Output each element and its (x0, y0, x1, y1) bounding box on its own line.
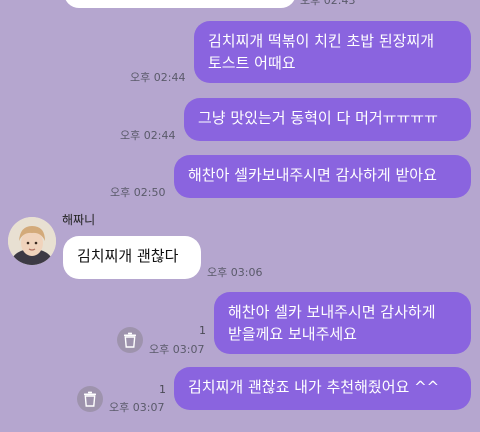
incoming-message-partial[interactable] (64, 0, 296, 8)
incoming-message[interactable]: 김치찌개 괜찮다 (63, 236, 201, 279)
trash-icon (124, 332, 136, 348)
message-text: 김치찌개 괜찮죠 내가 추천해줬어요 ^^ (188, 378, 440, 396)
message-text-line: 토스트 어때요 (208, 54, 296, 72)
unread-count: 1 (199, 324, 206, 337)
message-text: 그냥 맛있는거 동혁이 다 머거ㅠㅠㅠㅠ (198, 109, 438, 127)
outgoing-message[interactable]: 해찬아 셀카 보내주시면 감사하게 받을께요 보내주세요 (214, 292, 471, 354)
message-text-line: 해찬아 셀카 보내주시면 감사하게 (228, 303, 436, 321)
message-time: 오후 02:50 (110, 186, 166, 199)
message-time: 오후 03:07 (149, 343, 205, 356)
delete-button[interactable] (117, 327, 143, 353)
sender-name: 해짜니 (62, 213, 96, 227)
message-text-line: 김치찌개 떡볶이 치킨 초밥 된장찌개 (208, 32, 435, 50)
outgoing-message[interactable]: 김치찌개 괜찮죠 내가 추천해줬어요 ^^ (174, 367, 471, 410)
outgoing-message[interactable]: 그냥 맛있는거 동혁이 다 머거ㅠㅠㅠㅠ (184, 98, 471, 141)
delete-button[interactable] (77, 386, 103, 412)
trash-icon (84, 391, 96, 407)
unread-count: 1 (159, 383, 166, 396)
message-text-line: 받을께요 보내주세요 (228, 325, 357, 343)
message-text: 김치찌개 괜찮다 (77, 247, 179, 265)
message-time: 오후 02:44 (120, 129, 176, 142)
message-time: 오후 03:07 (109, 401, 165, 414)
message-time: 오후 03:06 (207, 266, 263, 279)
message-time: 오후 02:44 (130, 71, 186, 84)
outgoing-message[interactable]: 김치찌개 떡볶이 치킨 초밥 된장찌개 토스트 어때요 (194, 21, 471, 83)
outgoing-message[interactable]: 해찬아 셀카보내주시면 감사하게 받아요 (174, 155, 471, 198)
chat-view: 오후 02:43 김치찌개 떡볶이 치킨 초밥 된장찌개 토스트 어때요 오후 … (0, 0, 480, 432)
message-text: 해찬아 셀카보내주시면 감사하게 받아요 (188, 166, 437, 184)
profile-avatar-icon (8, 217, 56, 265)
message-time: 오후 02:43 (300, 0, 356, 7)
sender-avatar[interactable] (8, 217, 56, 265)
